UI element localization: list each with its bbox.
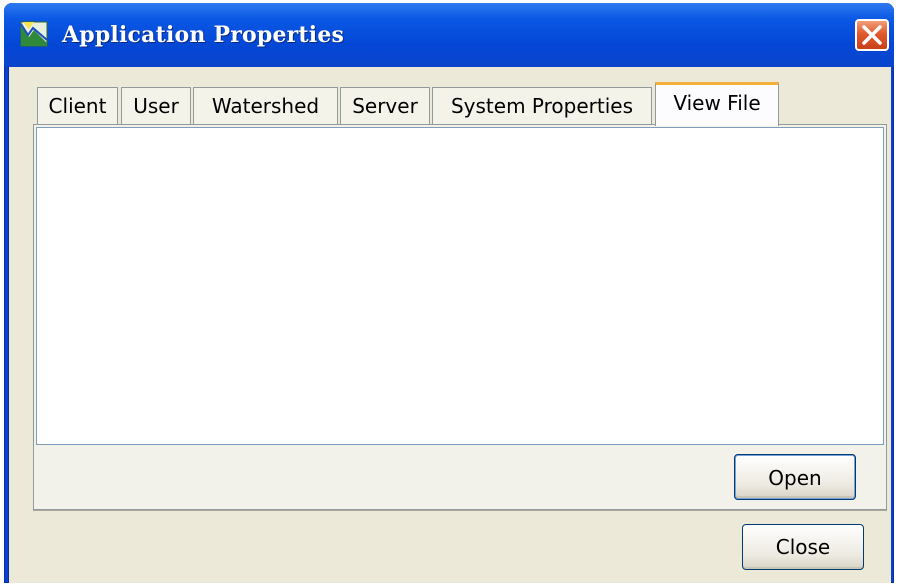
close-x-icon[interactable]	[855, 19, 889, 51]
file-viewer-area[interactable]	[36, 127, 884, 445]
dialog-body: Client User Watershed Server System Prop…	[8, 67, 891, 583]
close-button[interactable]: Close	[742, 524, 864, 570]
tab-client[interactable]: Client	[37, 87, 118, 125]
view-file-panel	[33, 124, 887, 510]
tab-server[interactable]: Server	[340, 87, 430, 125]
tab-watershed[interactable]: Watershed	[193, 87, 338, 125]
app-map-icon	[20, 21, 48, 47]
title-bar[interactable]: Application Properties	[4, 3, 894, 67]
tab-user[interactable]: User	[121, 87, 191, 125]
panel-divider	[33, 510, 887, 511]
tab-system-properties[interactable]: System Properties	[432, 87, 652, 125]
application-properties-window: Application Properties Client User Water…	[4, 3, 894, 583]
window-title: Application Properties	[62, 22, 345, 48]
tab-view-file[interactable]: View File	[655, 82, 779, 126]
open-button[interactable]: Open	[734, 454, 856, 500]
